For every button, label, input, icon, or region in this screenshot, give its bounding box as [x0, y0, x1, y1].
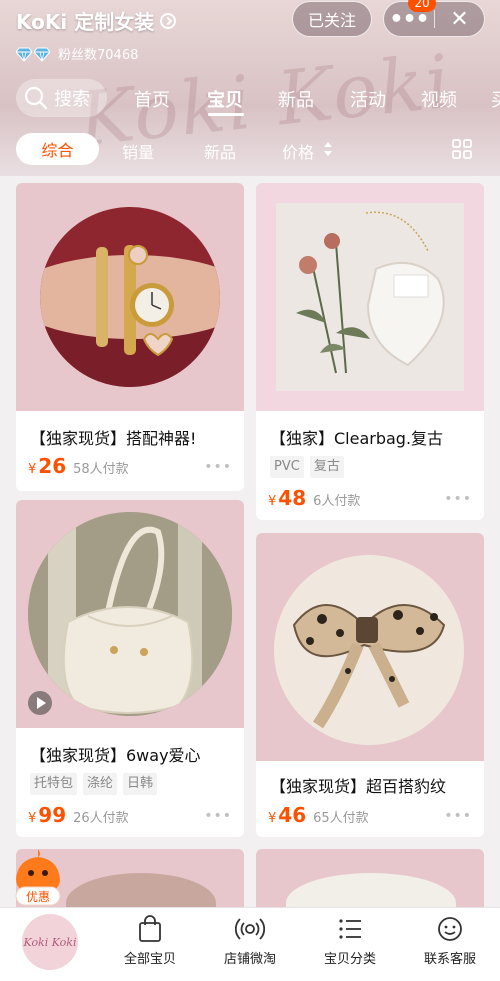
sort-price[interactable]: 价格 [282, 139, 314, 163]
broadcast-icon [235, 918, 265, 940]
sold-count: 65人付款 [313, 811, 369, 826]
tab-buyer-show[interactable]: 买 [491, 86, 500, 112]
close-icon[interactable]: ✕ [435, 2, 484, 36]
price-row: ¥ 99 26人付款 [28, 803, 129, 827]
tab-new[interactable]: 新品 [278, 86, 314, 112]
coupon-label: 优惠 [25, 890, 50, 904]
sold-count: 6人付款 [313, 494, 361, 509]
coupon-float-button[interactable]: 优惠 [12, 847, 64, 909]
categories-button[interactable]: 宝贝分类 [305, 914, 395, 967]
customer-service-button[interactable]: 联系客服 [405, 914, 495, 967]
sort-new[interactable]: 新品 [204, 139, 236, 163]
product-title: 【独家】Clearbag.复古 [270, 429, 444, 448]
search-button[interactable]: 搜索 [16, 79, 107, 117]
sort-arrows-icon [324, 142, 332, 156]
product-photo [274, 555, 464, 745]
info-arrow-icon [160, 12, 177, 29]
bag-icon [139, 915, 161, 942]
currency-symbol: ¥ [28, 462, 37, 477]
tab-home[interactable]: 首页 [134, 86, 170, 112]
shop-name[interactable]: KoKi 定制女装 [16, 6, 177, 35]
product-image [256, 183, 484, 411]
currency-symbol: ¥ [28, 811, 37, 826]
follow-button[interactable]: 已关注 [292, 1, 372, 37]
product-price: 48 [278, 486, 307, 510]
bottom-label: 宝贝分类 [323, 952, 376, 967]
currency-symbol: ¥ [268, 494, 277, 509]
sold-count: 26人付款 [73, 811, 129, 826]
shop-name-text: KoKi 定制女装 [16, 10, 155, 34]
all-products-button[interactable]: 全部宝贝 [105, 914, 195, 967]
product-price: 99 [38, 803, 67, 827]
product-image [16, 183, 244, 411]
product-title: 【独家现货】6way爱心 [30, 746, 201, 765]
active-tab-indicator [208, 113, 244, 116]
product-tags: PVC 复古 [270, 456, 350, 478]
customer-service-icon [438, 917, 462, 941]
product-card[interactable]: 【独家现货】搭配神器! ¥ 26 58人付款 ••• [16, 183, 244, 491]
product-title: 【独家现货】超百搭豹纹 [270, 777, 447, 796]
grid-view-icon[interactable] [452, 139, 472, 159]
notification-badge: 20 [408, 0, 436, 12]
price-row: ¥ 26 58人付款 [28, 454, 129, 478]
bottom-label: 店铺微淘 [223, 952, 276, 967]
price-row: ¥ 46 65人付款 [268, 803, 369, 827]
product-price: 26 [38, 454, 67, 478]
more-icon[interactable]: ••• [204, 808, 232, 824]
product-title: 【独家现货】搭配神器! [30, 429, 197, 448]
fans-info: 粉丝数70468 [16, 44, 138, 63]
watch-illustration [40, 245, 220, 387]
more-icon[interactable]: ••• [444, 491, 472, 507]
product-tag: 涤纶 [83, 773, 118, 795]
shop-logo[interactable]: Koki Koki [22, 914, 78, 970]
product-card[interactable]: 【独家现货】超百搭豹纹 ¥ 46 65人付款 ••• [256, 533, 484, 837]
product-tags: 托特包 涤纶 日韩 [30, 773, 163, 795]
product-image [16, 500, 244, 728]
bottom-label: 联系客服 [423, 952, 476, 967]
search-label: 搜索 [54, 89, 90, 110]
product-tag: PVC [270, 456, 304, 478]
product-price: 46 [278, 803, 307, 827]
fans-count: 粉丝数70468 [58, 48, 139, 63]
tab-activities[interactable]: 活动 [350, 86, 386, 112]
sort-sales[interactable]: 销量 [122, 139, 154, 163]
bottom-toolbar: Koki Koki 全部宝贝 店铺微淘 宝贝分类 联系客服 [0, 907, 500, 981]
sold-count: 58人付款 [73, 462, 129, 477]
list-icon [339, 919, 361, 939]
tab-videos[interactable]: 视频 [421, 86, 457, 112]
search-icon [24, 86, 48, 110]
bottom-label: 全部宝贝 [123, 952, 176, 967]
lacebag-illustration [28, 512, 232, 716]
price-row: ¥ 48 6人付款 [268, 486, 360, 510]
product-tag: 托特包 [30, 773, 78, 795]
clearbag-illustration [296, 211, 445, 374]
product-card[interactable]: 【独家现货】6way爱心 托特包 涤纶 日韩 ¥ 99 26人付款 ••• [16, 500, 244, 837]
leopard-bow-illustration [292, 604, 446, 729]
product-photo [28, 512, 232, 716]
more-icon[interactable]: ••• [444, 808, 472, 824]
top-bar: KoKi 定制女装 已关注 ••• ✕ 20 [0, 0, 500, 40]
shop-feed-button[interactable]: 店铺微淘 [205, 914, 295, 967]
product-photo [40, 207, 220, 387]
product-tag: 复古 [309, 456, 344, 478]
diamond-icon [34, 47, 50, 62]
sort-default[interactable]: 综合 [16, 133, 99, 165]
product-card[interactable]: 【独家】Clearbag.复古 PVC 复古 ¥ 48 6人付款 ••• [256, 183, 484, 520]
tab-products[interactable]: 宝贝 [207, 86, 243, 112]
diamond-icon [16, 47, 32, 62]
video-play-icon[interactable] [28, 691, 52, 715]
currency-symbol: ¥ [268, 811, 277, 826]
product-image [256, 533, 484, 761]
product-tag: 日韩 [123, 773, 158, 795]
more-icon[interactable]: ••• [204, 459, 232, 475]
product-photo [276, 203, 464, 391]
